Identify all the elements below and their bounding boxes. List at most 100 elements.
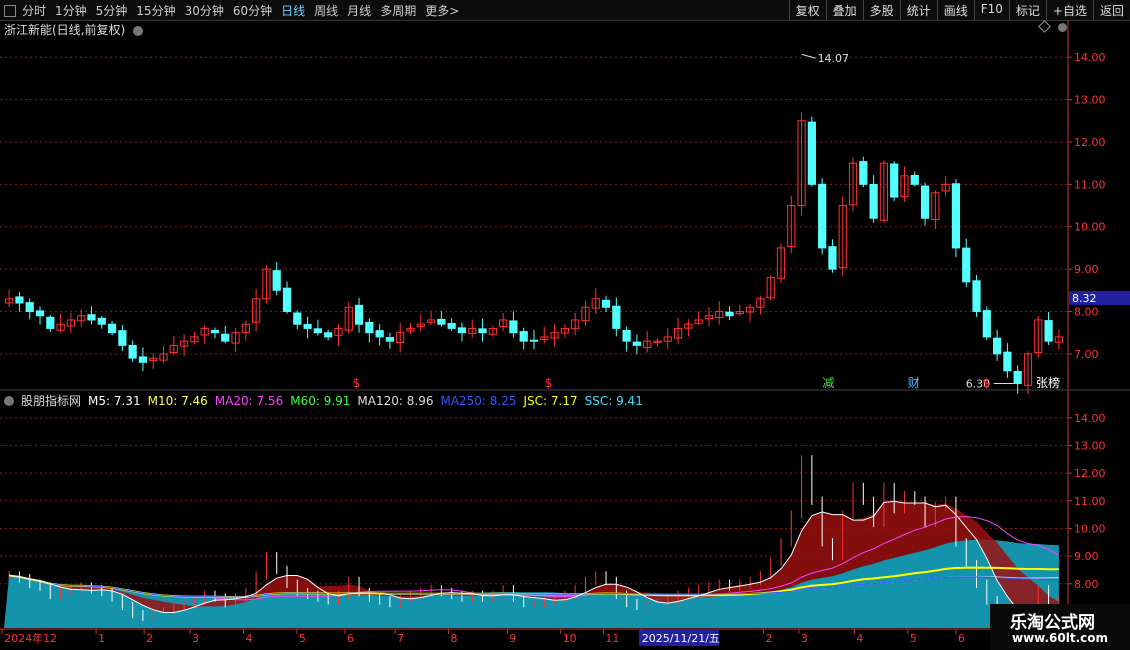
x-tick-label: 9 xyxy=(509,632,516,645)
candle xyxy=(756,295,765,315)
candle xyxy=(550,323,559,347)
y-tick-label: 8.00 xyxy=(1074,305,1099,318)
candle xyxy=(663,328,672,349)
candle xyxy=(56,313,65,333)
y-tick-label: 12.00 xyxy=(1074,136,1106,149)
candle-body xyxy=(221,333,230,342)
candle-body xyxy=(982,310,991,338)
candle xyxy=(704,307,714,327)
candle-body xyxy=(447,323,456,329)
candle xyxy=(416,314,425,332)
candle xyxy=(797,112,806,216)
candle xyxy=(673,317,683,345)
watermark: 乐淘公式网 www.60lt.com xyxy=(990,604,1130,650)
event-marker: $ xyxy=(545,376,553,390)
candle xyxy=(890,161,899,201)
candle xyxy=(313,319,322,336)
y-tick-label: 12.00 xyxy=(1074,467,1106,480)
candle-body xyxy=(128,344,137,359)
candle xyxy=(25,298,34,320)
candle xyxy=(375,324,384,346)
candle xyxy=(396,322,405,353)
candle xyxy=(735,304,744,317)
watermark-url: www.60lt.com xyxy=(1012,631,1109,645)
event-marker: $ xyxy=(352,376,360,390)
candle xyxy=(334,324,343,346)
x-tick-label: 1 xyxy=(98,632,105,645)
x-tick-label: 5 xyxy=(910,632,917,645)
candle xyxy=(46,314,55,332)
candle xyxy=(231,327,240,352)
x-tick-label: 10 xyxy=(563,632,577,645)
candle-body xyxy=(910,174,919,185)
candle xyxy=(179,334,189,357)
candle xyxy=(107,320,117,336)
candle-body xyxy=(1003,351,1012,372)
x-tick-label: 3 xyxy=(801,632,808,645)
candle xyxy=(519,327,528,350)
candle xyxy=(344,302,353,334)
candle-body xyxy=(951,183,961,249)
candle xyxy=(632,334,642,355)
y-tick-label: 10.00 xyxy=(1074,221,1106,234)
candle xyxy=(169,335,178,356)
candle xyxy=(1034,315,1043,359)
candle xyxy=(581,300,590,326)
candle xyxy=(87,306,96,325)
candle-body xyxy=(601,299,611,308)
x-tick-label: 4 xyxy=(246,632,253,645)
high-pointer xyxy=(801,53,816,59)
candle xyxy=(468,319,477,338)
candle xyxy=(972,274,981,318)
candle-body xyxy=(210,329,220,334)
candle xyxy=(807,116,816,187)
candle xyxy=(715,301,724,325)
candle-body xyxy=(478,328,487,334)
candle xyxy=(97,315,106,329)
candle xyxy=(571,312,580,336)
candle xyxy=(457,322,467,342)
event-marker: 财 xyxy=(908,376,920,390)
candle xyxy=(354,297,364,333)
candle-body xyxy=(365,321,374,334)
candle xyxy=(190,331,199,345)
candle-body xyxy=(107,323,117,334)
candle-body xyxy=(632,341,642,346)
y-tick-label: 10.00 xyxy=(1074,522,1106,535)
x-tick-label: 5 xyxy=(299,632,306,645)
candle-body xyxy=(324,332,333,338)
candle xyxy=(128,340,137,362)
x-tick-label: 7 xyxy=(397,632,404,645)
candle-body xyxy=(1013,371,1022,385)
candle xyxy=(303,316,312,339)
x-tick-label: 3 xyxy=(192,632,199,645)
candle xyxy=(540,326,549,344)
y-tick-label: 14.00 xyxy=(1074,51,1106,64)
candle xyxy=(787,195,796,254)
candle-body xyxy=(272,270,281,291)
y-tick-label: 9.00 xyxy=(1074,550,1099,563)
candle-body xyxy=(282,287,292,312)
event-marker: 张榜 xyxy=(1036,375,1060,390)
candle xyxy=(776,243,786,283)
candle-body xyxy=(859,161,868,185)
candle xyxy=(1003,343,1012,378)
candle xyxy=(406,322,415,335)
candle-body xyxy=(375,330,384,338)
candle xyxy=(766,275,775,301)
y-tick-label: 13.00 xyxy=(1074,94,1106,107)
y-tick-label: 11.00 xyxy=(1074,495,1106,508)
watermark-title: 乐淘公式网 xyxy=(1010,613,1095,633)
x-tick-label: 2 xyxy=(766,632,773,645)
candle xyxy=(962,238,971,288)
price-chart[interactable]: 7.00 8.00 9.00 10.00 11.00 12.00 13.00 14.00 8.0… xyxy=(0,0,1130,650)
x-tick-label: 2 xyxy=(146,632,153,645)
candle xyxy=(66,312,75,334)
candle xyxy=(529,329,539,350)
candle xyxy=(879,160,889,223)
candle xyxy=(982,306,991,341)
candle xyxy=(426,311,436,326)
candle xyxy=(138,347,148,372)
candle xyxy=(324,329,333,341)
candle xyxy=(684,319,693,337)
